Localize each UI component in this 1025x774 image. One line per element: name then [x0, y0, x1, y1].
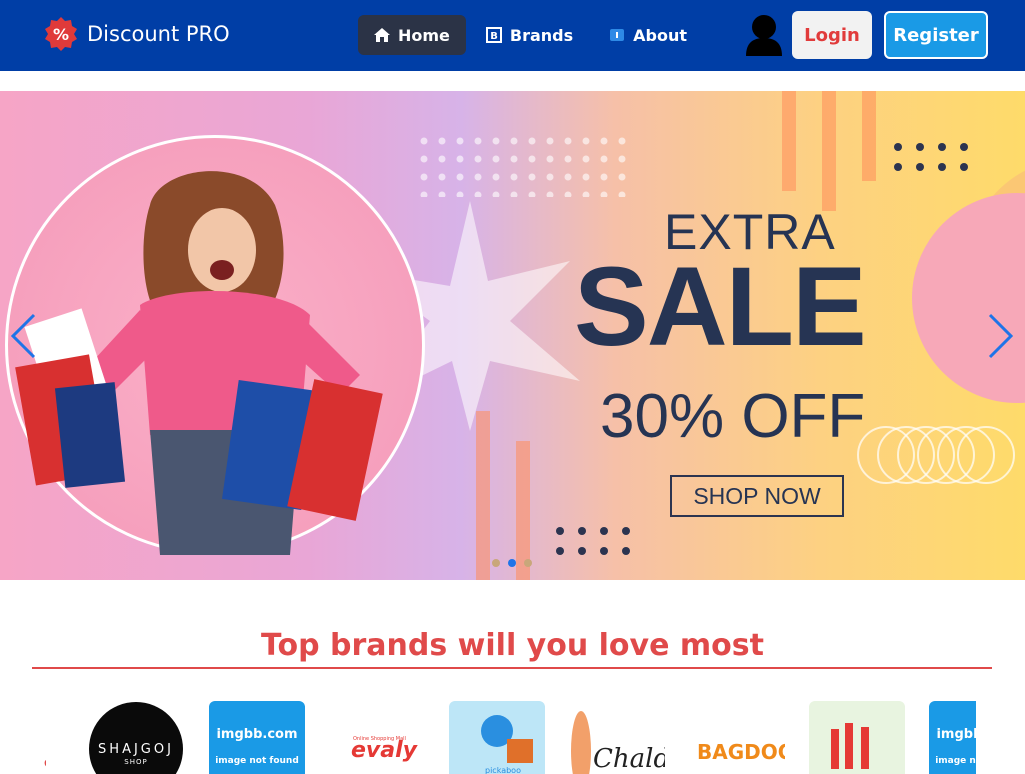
svg-text:evaly: evaly: [351, 738, 419, 763]
svg-text:pickaboo: pickaboo: [485, 766, 521, 774]
brand-marquee: o SHAJGOJ SHOP imgbb.com image not found…: [40, 701, 976, 774]
register-button[interactable]: Register: [884, 11, 988, 59]
shop-now-button[interactable]: SHOP NOW: [670, 475, 844, 517]
carousel-pagination: [492, 559, 532, 567]
carousel-prev-chevron-icon[interactable]: [8, 312, 38, 360]
nav-brands[interactable]: B Brands: [470, 15, 589, 55]
dark-dot-decor: [894, 143, 968, 171]
decor-stripe: [822, 91, 836, 211]
nav-about[interactable]: About: [593, 15, 703, 55]
nav-home[interactable]: Home: [358, 15, 466, 55]
dot-grid-decor: [420, 137, 626, 197]
svg-text:%: %: [53, 25, 69, 44]
carousel-dot-2[interactable]: [508, 559, 516, 567]
brand-name: Discount PRO: [87, 22, 230, 46]
brand-card-rokomari[interactable]: rokomari: [809, 701, 905, 774]
svg-text:SHOP: SHOP: [124, 758, 147, 766]
brand-card[interactable]: o: [40, 701, 46, 774]
placeholder-title: imgbb.com: [936, 727, 976, 742]
brand-card-shajgoj[interactable]: SHAJGOJ SHOP: [88, 701, 184, 774]
dark-dot-decor: [556, 527, 630, 555]
section-divider: [32, 667, 992, 669]
brand-card-placeholder[interactable]: imgbb.com image not found: [929, 701, 976, 774]
home-icon: [374, 27, 390, 43]
shopper-photo: [15, 171, 383, 555]
nav-brands-label: Brands: [509, 25, 574, 45]
ring-chain-decor: [857, 426, 1015, 484]
svg-text:SHAJGOJ: SHAJGOJ: [98, 742, 174, 757]
navbar: % Discount PRO Home B Brands About Login…: [0, 0, 1025, 71]
login-button[interactable]: Login: [792, 11, 872, 59]
decor-stripe: [862, 91, 876, 181]
hero-carousel: EXTRA SALE 30% OFF SHOP NOW: [0, 91, 1025, 580]
brand-card-bagdoom[interactable]: BAGDOOM: [689, 701, 785, 774]
carousel-next-chevron-icon[interactable]: [986, 312, 1016, 360]
decor-circle: [912, 193, 1025, 403]
brand-link[interactable]: % Discount PRO: [43, 15, 230, 53]
brand-card-placeholder[interactable]: imgbb.com image not found: [209, 701, 305, 774]
brand-card-chaldal[interactable]: Chaldal: [569, 701, 665, 774]
placeholder-subtitle: image not found: [935, 756, 976, 766]
decor-stripe: [476, 411, 490, 580]
carousel-dot-1[interactable]: [492, 559, 500, 567]
placeholder-title: imgbb.com: [216, 727, 298, 742]
brands-icon: B: [485, 27, 502, 43]
svg-text:BAGDOOM: BAGDOOM: [697, 740, 785, 764]
nav-home-label: Home: [398, 25, 450, 45]
carousel-dot-3[interactable]: [524, 559, 532, 567]
decor-stripe: [782, 91, 796, 191]
placeholder-subtitle: image not found: [215, 756, 299, 766]
hero-headline-sale: SALE: [574, 244, 867, 369]
user-avatar-icon[interactable]: [744, 14, 784, 56]
brand-card-evaly[interactable]: Online Shopping Mall evaly: [329, 701, 425, 774]
discount-badge-icon: %: [43, 16, 79, 52]
section-title: Top brands will you love most: [261, 628, 764, 663]
main-nav: Home B Brands About: [358, 15, 703, 55]
brand-card-pickaboo[interactable]: pickaboo: [449, 701, 545, 774]
svg-text:Chaldal: Chaldal: [593, 744, 665, 774]
svg-text:B: B: [490, 31, 498, 42]
about-icon: [609, 27, 625, 43]
svg-text:o: o: [44, 755, 46, 771]
hero-discount: 30% OFF: [600, 382, 866, 451]
nav-about-label: About: [633, 25, 688, 45]
